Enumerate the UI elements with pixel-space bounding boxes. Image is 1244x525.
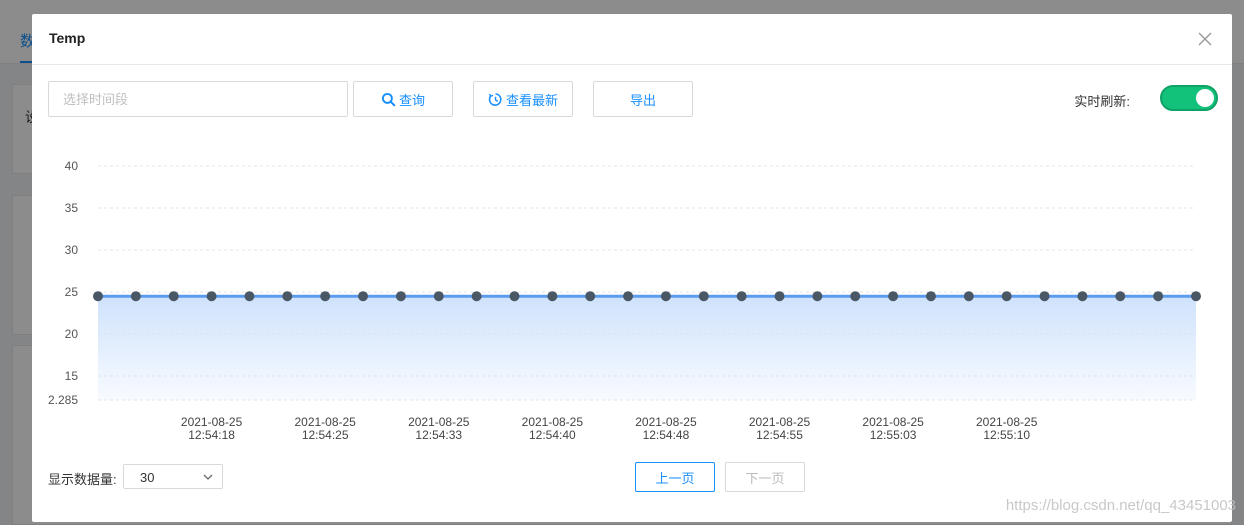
data-point[interactable] bbox=[320, 291, 331, 302]
data-point[interactable] bbox=[925, 291, 936, 302]
data-point[interactable] bbox=[168, 291, 179, 302]
y-tick-label: 2.285 bbox=[48, 393, 78, 407]
view-latest-button-label: 查看最新 bbox=[505, 92, 558, 108]
view-latest-button[interactable]: 查看最新 bbox=[473, 81, 573, 117]
search-icon bbox=[381, 92, 396, 106]
x-tick-label: 2021-08-25 bbox=[181, 415, 243, 429]
display-count-label: 显示数据量: bbox=[48, 472, 117, 487]
x-tick-label: 12:55:03 bbox=[870, 428, 917, 442]
x-tick-label: 2021-08-25 bbox=[976, 415, 1038, 429]
watermark: https://blog.csdn.net/qq_43451003 bbox=[1005, 497, 1236, 514]
close-icon[interactable] bbox=[1194, 28, 1216, 50]
temp-modal: Temp 查询 查看最新 导出 实时刷新: bbox=[32, 14, 1232, 522]
x-tick-label: 2021-08-25 bbox=[862, 415, 924, 429]
x-tick-label: 12:54:48 bbox=[643, 428, 690, 442]
refresh-clock-icon bbox=[488, 92, 502, 106]
modal-title: Temp bbox=[49, 30, 86, 46]
data-point[interactable] bbox=[812, 291, 823, 302]
x-tick-label: 2021-08-25 bbox=[635, 415, 697, 429]
series-area bbox=[98, 296, 1196, 400]
time-range-input[interactable] bbox=[48, 81, 348, 117]
y-tick-label: 35 bbox=[65, 201, 79, 215]
data-point[interactable] bbox=[623, 291, 634, 302]
data-point[interactable] bbox=[850, 291, 861, 302]
data-point[interactable] bbox=[244, 291, 255, 302]
data-point[interactable] bbox=[774, 291, 785, 302]
data-point[interactable] bbox=[282, 291, 293, 302]
y-tick-label: 40 bbox=[65, 159, 79, 173]
realtime-refresh-label: 实时刷新: bbox=[1074, 94, 1130, 109]
data-point[interactable] bbox=[547, 291, 558, 302]
temperature-chart: 2.285152025303540 2021-08-2512:54:182021… bbox=[48, 159, 1201, 442]
data-point[interactable] bbox=[206, 291, 217, 302]
data-point[interactable] bbox=[93, 291, 103, 302]
x-tick-label: 12:54:25 bbox=[302, 428, 349, 442]
query-button-label: 查询 bbox=[398, 92, 425, 108]
data-point[interactable] bbox=[1153, 291, 1164, 302]
data-point[interactable] bbox=[358, 291, 369, 302]
x-tick-label: 12:54:18 bbox=[188, 428, 235, 442]
y-tick-label: 30 bbox=[65, 243, 79, 257]
toolbar: 查询 查看最新 导出 实时刷新: bbox=[48, 81, 1218, 117]
realtime-refresh-toggle[interactable] bbox=[1160, 85, 1218, 111]
x-tick-label: 2021-08-25 bbox=[749, 415, 811, 429]
chevron-down-icon bbox=[203, 474, 213, 480]
x-tick-label: 12:54:33 bbox=[415, 428, 462, 442]
data-point[interactable] bbox=[963, 291, 974, 302]
query-button[interactable]: 查询 bbox=[353, 81, 453, 117]
data-point[interactable] bbox=[130, 291, 141, 302]
x-tick-label: 2021-08-25 bbox=[294, 415, 356, 429]
data-point[interactable] bbox=[585, 291, 596, 302]
data-point[interactable] bbox=[509, 291, 520, 302]
y-tick-label: 20 bbox=[65, 327, 79, 341]
x-tick-label: 12:55:10 bbox=[983, 428, 1030, 442]
data-point[interactable] bbox=[1001, 291, 1012, 302]
data-point[interactable] bbox=[433, 291, 444, 302]
x-tick-label: 2021-08-25 bbox=[408, 415, 470, 429]
data-point[interactable] bbox=[1039, 291, 1050, 302]
next-page-button[interactable]: 下一页 bbox=[725, 462, 805, 492]
data-point[interactable] bbox=[1115, 291, 1126, 302]
y-tick-label: 15 bbox=[65, 369, 79, 383]
data-point[interactable] bbox=[1191, 291, 1201, 302]
data-point[interactable] bbox=[1077, 291, 1088, 302]
display-count-value: 30 bbox=[140, 470, 155, 485]
data-point[interactable] bbox=[888, 291, 899, 302]
data-point[interactable] bbox=[471, 291, 482, 302]
x-tick-label: 2021-08-25 bbox=[522, 415, 584, 429]
data-point[interactable] bbox=[660, 291, 671, 302]
modal-header: Temp bbox=[32, 14, 1232, 65]
data-point[interactable] bbox=[395, 291, 406, 302]
x-tick-label: 12:54:40 bbox=[529, 428, 576, 442]
x-tick-label: 12:54:55 bbox=[756, 428, 803, 442]
prev-page-button[interactable]: 上一页 bbox=[635, 462, 715, 492]
toggle-knob bbox=[1196, 89, 1214, 107]
data-point[interactable] bbox=[698, 291, 709, 302]
export-button[interactable]: 导出 bbox=[593, 81, 693, 117]
export-button-label: 导出 bbox=[629, 92, 656, 108]
data-point[interactable] bbox=[736, 291, 747, 302]
display-count-select[interactable]: 30 bbox=[123, 464, 223, 489]
y-tick-label: 25 bbox=[65, 285, 79, 299]
